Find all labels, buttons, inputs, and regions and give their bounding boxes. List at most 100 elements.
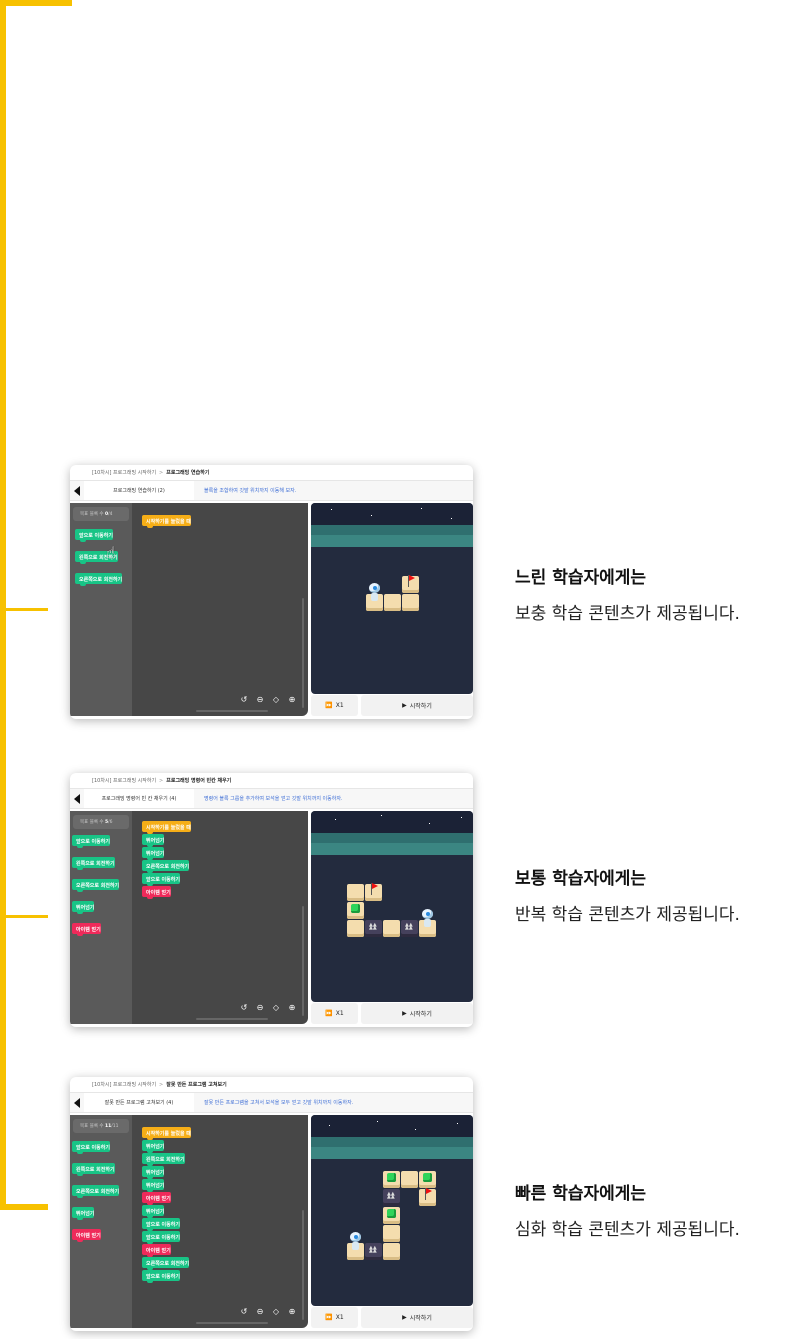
palette-block[interactable]: 오른쪽으로 회전하기 xyxy=(72,1185,120,1198)
workspace-block[interactable]: 앞으로 이동하기 xyxy=(142,1270,180,1283)
count-total: /6 xyxy=(108,820,113,825)
screenshot-card-normal: [10차시] 프로그래밍 시작하기 > 프로그래밍 명령어 빈칸 채우기 프로그래밍… xyxy=(70,773,473,1027)
workspace-block[interactable]: 시작하기를 눌렀을 때 xyxy=(142,821,191,834)
back-arrow-icon[interactable] xyxy=(70,788,84,809)
reset-icon[interactable]: ↺ xyxy=(238,1306,250,1318)
target-block-count: 목표 블록 수 0/4 xyxy=(73,507,129,521)
workspace-block[interactable]: 시작하기를 눌렀을 때 xyxy=(142,515,191,528)
palette-block[interactable]: 앞으로 이동하기 xyxy=(72,1141,110,1154)
speed-label: X1 xyxy=(335,702,344,709)
bracket-tick-1 xyxy=(0,608,48,611)
palette-block[interactable]: 아이템 얻기 xyxy=(72,923,101,936)
zoom-out-icon[interactable]: ⊖ xyxy=(254,1002,266,1014)
workspace-block[interactable]: 앞으로 이동하기 xyxy=(142,1218,180,1231)
center-icon[interactable]: ◇ xyxy=(270,1306,282,1318)
breadcrumb-current: 잘못 만든 프로그램 고쳐보기 xyxy=(166,1082,227,1088)
bracket-line xyxy=(0,0,6,1210)
count-total: /4 xyxy=(108,512,113,517)
play-icon: ▶ xyxy=(402,1010,407,1017)
block-palette: 목표 블록 수 0/4 앞으로 이동하기 왼쪽으로 회전하기 오른쪽으로 회전하… xyxy=(70,503,132,716)
palette-block[interactable]: 아이템 얻기 xyxy=(72,1229,101,1242)
workspace-block[interactable]: 아이템 얻기 xyxy=(142,1192,171,1205)
zoom-in-icon[interactable]: ⊕ xyxy=(286,1306,298,1318)
code-workspace[interactable]: 시작하기를 눌렀을 때 ↺ ⊖ ◇ ⊕ xyxy=(132,503,308,716)
reset-icon[interactable]: ↺ xyxy=(238,694,250,706)
workspace-block[interactable]: 시작하기를 눌렀을 때 xyxy=(142,1127,191,1140)
workspace-block[interactable]: 오른쪽으로 회전하기 xyxy=(142,1257,190,1270)
screenshot-card-slow: [10차시] 프로그래밍 시작하기 > 프로그래밍 연습하기 프로그래밍 연습하기 … xyxy=(70,465,473,719)
breadcrumb-parent[interactable]: [10차시] 프로그래밍 시작하기 xyxy=(92,1082,156,1088)
speed-button[interactable]: ⏩ X1 xyxy=(311,1307,358,1328)
workspace-block[interactable]: 뛰어넘기 xyxy=(142,847,165,860)
start-label: 시작하기 xyxy=(409,703,432,710)
mission-text: 잘못 만든 프로그램을 고쳐서 보석을 모두 얻고 깃발 위치까지 이동하자. xyxy=(204,1100,354,1106)
code-workspace[interactable]: 시작하기를 눌렀을 때 뛰어넘기 뛰어넘기 오른쪽으로 회전하기 앞으로 이동하… xyxy=(132,811,308,1024)
back-arrow-icon[interactable] xyxy=(70,1092,84,1113)
workspace-block[interactable]: 앞으로 이동하기 xyxy=(142,1231,180,1244)
palette-block[interactable]: 왼쪽으로 회전하기 xyxy=(72,857,115,870)
speed-button[interactable]: ⏩ X1 xyxy=(311,695,358,716)
center-icon[interactable]: ◇ xyxy=(270,694,282,706)
palette-block[interactable]: 앞으로 이동하기 xyxy=(75,529,113,542)
workspace-block[interactable]: 아이템 얻기 xyxy=(142,886,171,899)
palette-block[interactable]: 뛰어넘기 xyxy=(72,901,95,914)
flag-icon xyxy=(425,1188,432,1200)
gem-icon xyxy=(351,904,360,913)
gem-icon xyxy=(387,1173,396,1182)
screenshot-card-fast: [10차시] 프로그래밍 시작하기 > 잘못 만든 프로그램 고쳐보기 잘못 만든 … xyxy=(70,1077,473,1331)
vertical-scrollbar[interactable] xyxy=(302,598,304,708)
target-block-count: 목표 블록 수 11/11 xyxy=(73,1119,129,1133)
game-stage: ▲▲ ▲▲ ▲▲ ▲▲ xyxy=(311,1115,473,1306)
breadcrumb-parent[interactable]: [10차시] 프로그래밍 시작하기 xyxy=(92,778,156,784)
palette-block[interactable]: 뛰어넘기 xyxy=(72,1207,95,1220)
fast-forward-icon: ⏩ xyxy=(325,1314,333,1321)
start-button[interactable]: ▶ 시작하기 xyxy=(361,695,473,716)
palette-block[interactable]: 오른쪽으로 회전하기 xyxy=(72,879,120,892)
workspace-block[interactable]: 뛰어넘기 xyxy=(142,834,165,847)
workspace-block[interactable]: 아이템 얻기 xyxy=(142,1244,171,1257)
robot-icon xyxy=(349,1232,362,1252)
caption-body-fast: 심화 학습 콘텐츠가 제공됩니다. xyxy=(515,1220,740,1240)
workspace-block[interactable]: 뛰어넘기 xyxy=(142,1179,165,1192)
workspace-block[interactable]: 앞으로 이동하기 xyxy=(142,873,180,886)
horizontal-scrollbar[interactable] xyxy=(196,710,268,712)
start-button[interactable]: ▶ 시작하기 xyxy=(361,1307,473,1328)
zoom-out-icon[interactable]: ⊖ xyxy=(254,1306,266,1318)
speed-button[interactable]: ⏩ X1 xyxy=(311,1003,358,1024)
workspace-block[interactable]: 뛰어넘기 xyxy=(142,1166,165,1179)
workspace-block[interactable]: 뛰어넘기 xyxy=(142,1205,165,1218)
vertical-scrollbar[interactable] xyxy=(302,906,304,1016)
breadcrumb-current: 프로그래밍 명령어 빈칸 채우기 xyxy=(166,778,232,784)
flag-icon xyxy=(408,575,415,587)
lesson-tab-title[interactable]: 프로그래밍 명령어 빈 칸 채우기 (4) xyxy=(84,789,194,808)
reset-icon[interactable]: ↺ xyxy=(238,1002,250,1014)
breadcrumb: [10차시] 프로그래밍 시작하기 > 프로그래밍 연습하기 xyxy=(92,470,210,476)
zoom-out-icon[interactable]: ⊖ xyxy=(254,694,266,706)
zoom-in-icon[interactable]: ⊕ xyxy=(286,694,298,706)
speed-label: X1 xyxy=(335,1314,344,1321)
breadcrumb: [10차시] 프로그래밍 시작하기 > 잘못 만든 프로그램 고쳐보기 xyxy=(92,1082,227,1088)
block-palette: 목표 블록 수 11/11 앞으로 이동하기 왼쪽으로 회전하기 오른쪽으로 회… xyxy=(70,1115,132,1328)
palette-block[interactable]: 왼쪽으로 회전하기 xyxy=(72,1163,115,1176)
lesson-tab-title[interactable]: 잘못 만든 프로그램 고쳐보기 (4) xyxy=(84,1093,194,1112)
back-arrow-icon[interactable] xyxy=(70,480,84,501)
game-stage: ▲▲ ▲▲ ▲▲ ▲▲ xyxy=(311,811,473,1002)
zoom-in-icon[interactable]: ⊕ xyxy=(286,1002,298,1014)
center-icon[interactable]: ◇ xyxy=(270,1002,282,1014)
workspace-block[interactable]: 왼쪽으로 회전하기 xyxy=(142,1153,185,1166)
vertical-scrollbar[interactable] xyxy=(302,1210,304,1320)
palette-block[interactable]: 앞으로 이동하기 xyxy=(72,835,110,848)
game-stage xyxy=(311,503,473,694)
breadcrumb-parent[interactable]: [10차시] 프로그래밍 시작하기 xyxy=(92,470,156,476)
lesson-tab-title[interactable]: 프로그래밍 연습하기 (2) xyxy=(84,481,194,500)
workspace-block[interactable]: 뛰어넘기 xyxy=(142,1140,165,1153)
bracket-top-cap xyxy=(0,0,72,6)
horizontal-scrollbar[interactable] xyxy=(196,1018,268,1020)
start-button[interactable]: ▶ 시작하기 xyxy=(361,1003,473,1024)
workspace-block[interactable]: 오른쪽으로 회전하기 xyxy=(142,860,190,873)
gem-icon xyxy=(423,1173,432,1182)
code-workspace[interactable]: 시작하기를 눌렀을 때 뛰어넘기 왼쪽으로 회전하기 뛰어넘기 뛰어넘기 아이템… xyxy=(132,1115,308,1328)
horizontal-scrollbar[interactable] xyxy=(196,1322,268,1324)
palette-block[interactable]: 오른쪽으로 회전하기 xyxy=(75,573,123,586)
caption-title-normal: 보통 학습자에게는 xyxy=(515,869,647,889)
